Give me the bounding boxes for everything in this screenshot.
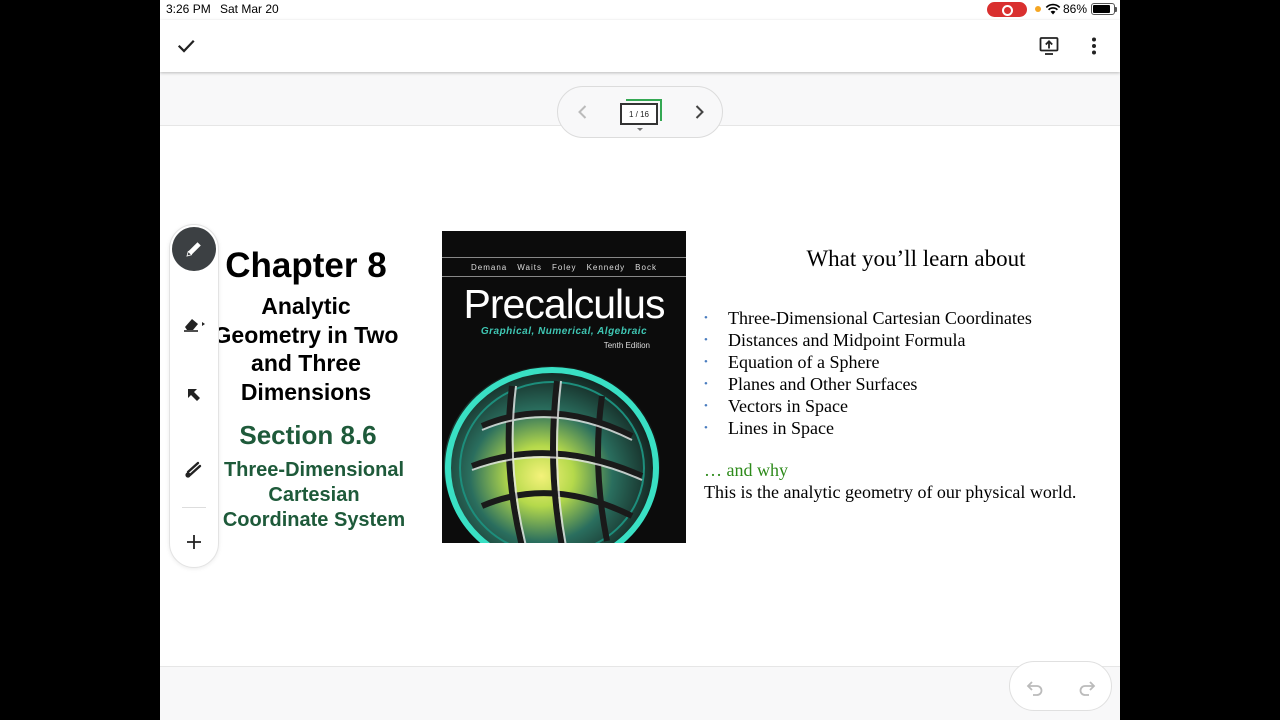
bottom-bar	[160, 666, 1120, 720]
pen-icon	[172, 227, 216, 271]
eraser-icon	[184, 319, 205, 332]
list-item: • Vectors in Space	[704, 395, 1104, 417]
chapter-title: Chapter 8	[225, 246, 387, 285]
screen-recording-icon	[987, 2, 1027, 17]
bullet-icon: •	[704, 334, 708, 346]
app-screen: 3:26 PM Sat Mar 20 86% 1 / 16 Chapter 8 …	[160, 0, 1120, 720]
book-author: Demana	[471, 262, 508, 272]
topic-text: Equation of a Sphere	[728, 352, 880, 372]
annotation-toolbar	[169, 224, 219, 568]
laser-pointer-tool[interactable]	[172, 447, 216, 491]
list-item: • Planes and Other Surfaces	[704, 373, 1104, 395]
section-title-line: Coordinate System	[222, 509, 406, 531]
page-navigator: 1 / 16	[557, 86, 723, 138]
present-upload-icon[interactable]	[1035, 32, 1063, 60]
wifi-icon	[1045, 3, 1061, 15]
section-title-line: Cartesian	[268, 484, 360, 506]
list-item: • Equation of a Sphere	[704, 351, 1104, 373]
book-subtitle: Graphical, Numerical, Algebraic	[480, 326, 648, 337]
list-item: • Three-Dimensional Cartesian Coordinates	[704, 307, 1104, 329]
battery-icon	[1091, 3, 1117, 15]
book-authors: Demana Waits Foley Kennedy Bock	[442, 257, 686, 277]
topic-text: Vectors in Space	[728, 396, 848, 416]
why-label: … and why	[704, 460, 788, 480]
laser-pointer-icon	[185, 461, 202, 478]
list-item: • Lines in Space	[704, 417, 1104, 439]
learn-heading: What you’ll learn about	[806, 246, 1026, 271]
chapter-subtitle-line: Geometry in Two	[213, 321, 399, 348]
bullet-icon: •	[704, 312, 708, 324]
page-thumbnail[interactable]: 1 / 16	[620, 99, 664, 131]
book-author: Bock	[635, 262, 657, 272]
book-title: Precalculus	[463, 281, 666, 327]
topic-text: Lines in Space	[728, 418, 834, 438]
add-icon	[187, 535, 201, 549]
list-item: • Distances and Midpoint Formula	[704, 329, 1104, 351]
add-tool-button[interactable]	[172, 520, 216, 564]
chapter-subtitle: Analytic Geometry in Two and Three Dimen…	[206, 292, 406, 406]
undo-redo-group	[1009, 661, 1112, 711]
bullet-icon: •	[704, 356, 708, 368]
chevron-right-icon[interactable]	[688, 101, 710, 123]
status-time: 3:26 PM	[166, 2, 211, 16]
why-text: This is the analytic geometry of our phy…	[704, 482, 1077, 502]
book-cover-image: Demana Waits Foley Kennedy Bock Precalcu…	[442, 231, 686, 543]
section-title: Three-Dimensional Cartesian Coordinate S…	[212, 458, 416, 533]
bullet-icon: •	[704, 400, 708, 412]
battery-percentage: 86%	[1063, 2, 1088, 16]
chapter-subtitle-line: and Three	[251, 350, 361, 376]
chapter-subtitle-line: Analytic	[261, 293, 351, 319]
status-bar: 3:26 PM Sat Mar 20 86%	[160, 0, 1120, 20]
topic-text: Three-Dimensional Cartesian Coordinates	[728, 308, 1032, 328]
more-vertical-icon[interactable]	[1080, 32, 1108, 60]
undo-icon[interactable]	[1024, 676, 1046, 698]
redo-icon[interactable]	[1076, 676, 1098, 698]
bullet-icon: •	[704, 378, 708, 390]
section-title-line: Three-Dimensional	[223, 459, 405, 481]
checkmark-icon[interactable]	[172, 32, 200, 60]
bullet-icon: •	[704, 422, 708, 434]
slide[interactable]: Chapter 8 Analytic Geometry in Two and T…	[160, 126, 1120, 666]
page-indicator: 1 / 16	[620, 103, 658, 125]
topic-text: Planes and Other Surfaces	[728, 374, 918, 394]
chapter-subtitle-line: Dimensions	[240, 378, 372, 405]
top-app-bar	[160, 20, 1120, 72]
toolbar-divider	[182, 507, 206, 508]
pen-tool[interactable]	[172, 227, 216, 271]
topic-text: Distances and Midpoint Formula	[728, 330, 966, 350]
book-author: Kennedy	[586, 262, 626, 272]
book-author: Waits	[517, 262, 542, 272]
book-edition: Tenth Edition	[603, 341, 650, 350]
microphone-indicator-icon	[1035, 6, 1041, 12]
select-tool[interactable]	[172, 373, 216, 417]
status-date: Sat Mar 20	[220, 2, 279, 16]
book-author: Foley	[551, 262, 577, 272]
topics-list: • Three-Dimensional Cartesian Coordinates…	[704, 307, 1104, 439]
eraser-tool[interactable]	[172, 301, 216, 345]
chevron-left-icon[interactable]	[572, 101, 594, 123]
section-number: Section 8.6	[239, 420, 377, 450]
select-arrow-icon	[188, 389, 200, 401]
caret-down-icon	[637, 128, 643, 131]
book-cover-art	[442, 356, 686, 543]
